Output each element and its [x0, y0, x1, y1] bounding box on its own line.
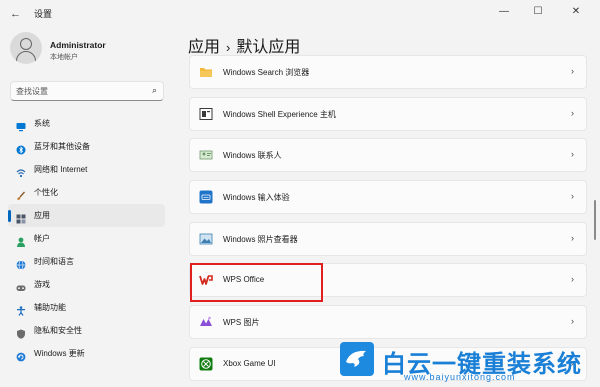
avatar [10, 32, 42, 64]
person-body-shape [16, 51, 36, 64]
breadcrumb: 应用 › 默认应用 [188, 33, 300, 57]
minimize-button[interactable]: — [488, 2, 520, 22]
sidebar-item-label: 应用 [34, 211, 50, 220]
sidebar-item-accessibility[interactable]: 辅助功能 [8, 296, 165, 319]
sidebar-item-label: 网络和 Internet [34, 165, 88, 174]
watermark-url: www.baiyunxitong.com [404, 372, 516, 382]
user-name: Administrator [50, 40, 106, 50]
app-row-wps-pictures[interactable]: WPS 图片 › [189, 305, 587, 340]
shell-icon [199, 107, 213, 121]
network-icon [16, 165, 26, 177]
keyboard-icon [199, 190, 213, 204]
search-box[interactable]: ⌕ [10, 81, 164, 101]
sidebar-item-label: 时间和语言 [34, 257, 74, 266]
account-icon [16, 234, 26, 247]
app-name: Windows 照片查看器 [223, 234, 298, 244]
highlight-box [190, 263, 323, 302]
bird-logo-icon [340, 342, 374, 376]
app-name: WPS 图片 [223, 318, 260, 328]
app-row-contacts[interactable]: Windows 联系人 › [189, 138, 587, 173]
title-bar: ← 设置 — ☐ ✕ [0, 0, 600, 26]
sidebar-item-label: 蓝牙和其他设备 [34, 142, 90, 151]
chevron-right-icon: › [571, 149, 574, 160]
bluetooth-icon [16, 142, 26, 154]
wps-pictures-icon [199, 315, 213, 329]
contacts-icon [199, 148, 213, 162]
app-row-windows-search[interactable]: Windows Search 浏览器 › [189, 55, 587, 89]
back-button[interactable]: ← [10, 8, 22, 20]
sidebar-item-network[interactable]: 网络和 Internet [8, 158, 165, 181]
app-row-photo-viewer[interactable]: Windows 照片查看器 › [189, 221, 587, 256]
shield-icon [16, 326, 26, 339]
game-icon [16, 280, 26, 291]
chevron-right-icon: › [571, 316, 574, 327]
search-input[interactable] [16, 85, 146, 98]
sidebar-item-label: 游戏 [34, 280, 50, 289]
sidebar-item-windows-update[interactable]: Windows 更新 [8, 342, 165, 365]
app-name: Windows Shell Experience 主机 [223, 109, 336, 119]
sidebar-item-system[interactable]: 系统 [8, 112, 165, 135]
app-row-shell-experience[interactable]: Windows Shell Experience 主机 › [189, 96, 587, 131]
person-icon [20, 38, 32, 50]
brush-icon [16, 188, 26, 200]
sidebar-item-label: 隐私和安全性 [34, 326, 82, 335]
sidebar-item-label: 帐户 [34, 234, 50, 243]
sidebar-item-privacy[interactable]: 隐私和安全性 [8, 319, 165, 342]
scrollbar-thumb[interactable] [594, 200, 596, 240]
sidebar-item-bluetooth[interactable]: 蓝牙和其他设备 [8, 135, 165, 158]
account-type: 本地帐户 [50, 54, 78, 61]
sidebar-item-apps[interactable]: 应用 [8, 204, 165, 227]
sidebar-item-label: 辅助功能 [34, 303, 66, 312]
monitor-icon [16, 119, 26, 131]
app-row-input-experience[interactable]: Windows 输入体验 › [189, 180, 587, 215]
accessibility-icon [16, 303, 26, 316]
breadcrumb-parent[interactable]: 应用 [188, 39, 220, 56]
app-name: Windows 输入体验 [223, 193, 290, 203]
update-icon [16, 349, 26, 361]
sidebar-item-label: 个性化 [34, 188, 58, 197]
folder-icon [199, 65, 213, 79]
xbox-icon [199, 357, 213, 371]
photo-viewer-icon [199, 232, 213, 246]
sidebar-item-accounts[interactable]: 帐户 [8, 227, 165, 250]
apps-icon [16, 211, 26, 223]
default-apps-list: Windows Search 浏览器 › Windows Shell Exper… [189, 55, 587, 387]
chevron-right-icon: › [571, 191, 574, 202]
page-title: 默认应用 [236, 39, 301, 56]
sidebar-item-label: Windows 更新 [34, 349, 85, 358]
maximize-button[interactable]: ☐ [522, 2, 554, 22]
breadcrumb-separator: › [226, 40, 231, 55]
app-name: Xbox Game UI [223, 358, 276, 368]
sidebar-item-personalization[interactable]: 个性化 [8, 181, 165, 204]
chevron-right-icon: › [571, 66, 574, 76]
sidebar-item-label: 系统 [34, 119, 50, 128]
sidebar-item-gaming[interactable]: 游戏 [8, 273, 165, 296]
window-title: 设置 [34, 9, 53, 19]
search-icon[interactable]: ⌕ [152, 85, 157, 96]
close-button[interactable]: ✕ [560, 2, 592, 22]
chevron-right-icon: › [571, 232, 574, 243]
chevron-right-icon: › [571, 107, 574, 118]
app-name: Windows 联系人 [223, 151, 282, 161]
sidebar-item-time-language[interactable]: 时间和语言 [8, 250, 165, 273]
sidebar-nav: 系统 蓝牙和其他设备 网络和 Internet 个性化 应用 帐户 时间和语言 … [8, 112, 166, 365]
app-name: Windows Search 浏览器 [223, 68, 310, 77]
chevron-right-icon: › [571, 274, 574, 285]
globe-icon [16, 257, 26, 270]
watermark: 白云一键重装系统 www.baiyunxitong.com [340, 342, 600, 387]
